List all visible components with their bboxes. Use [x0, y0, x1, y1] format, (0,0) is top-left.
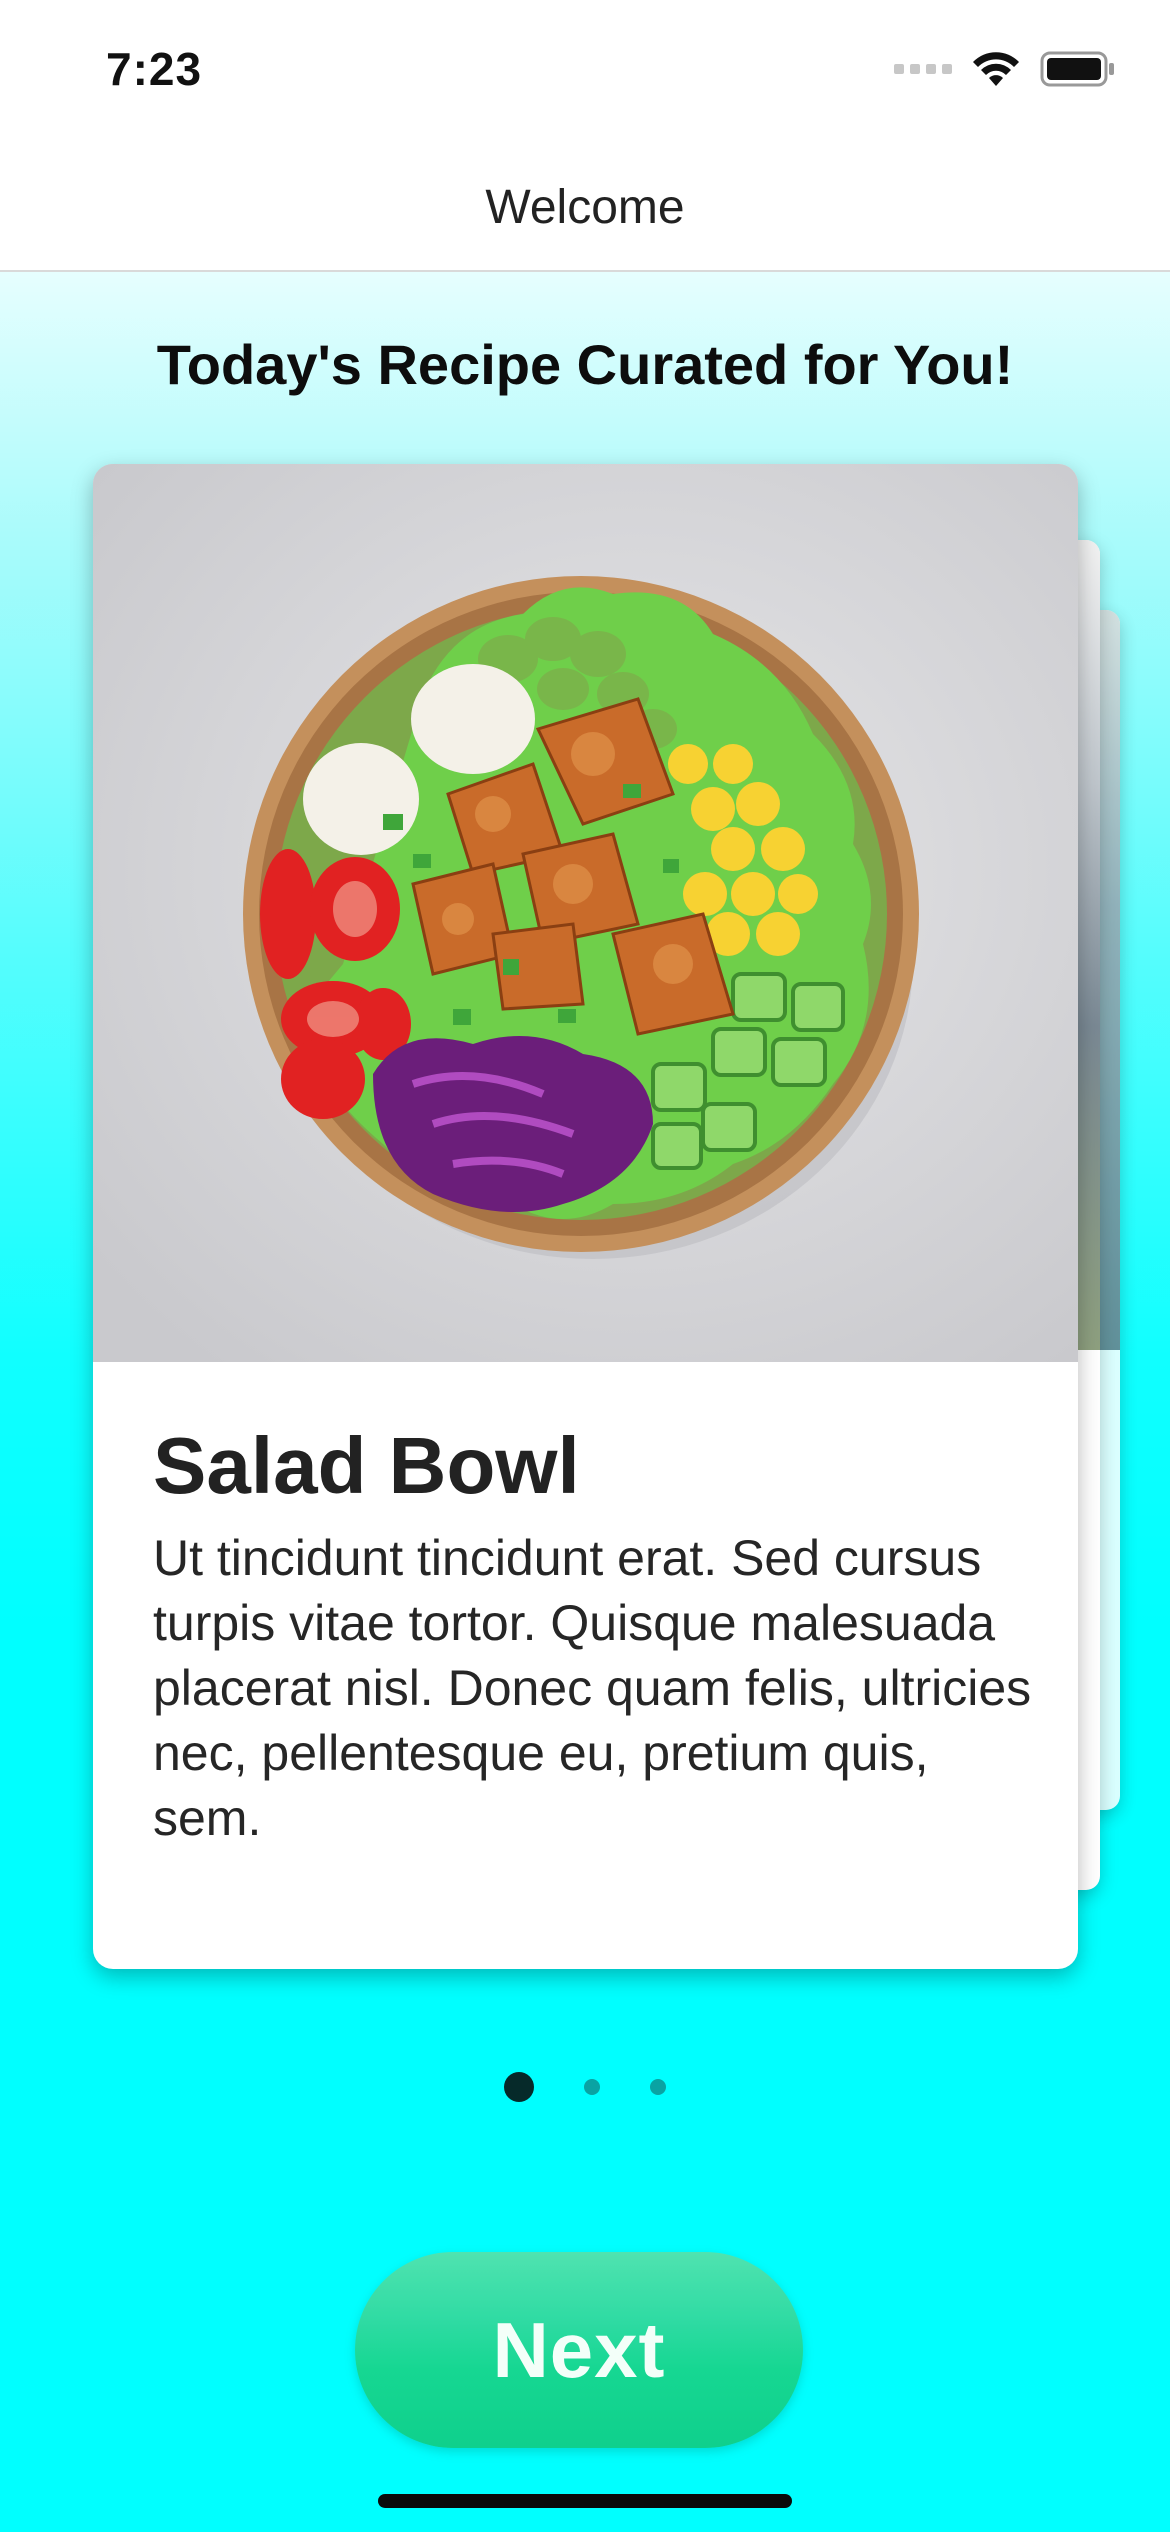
- battery-icon: [1040, 51, 1114, 87]
- status-icons: [894, 50, 1116, 88]
- status-bar: 7:23: [0, 0, 1170, 150]
- page-headline: Today's Recipe Curated for You!: [156, 333, 1014, 396]
- next-button-label: Next: [492, 2305, 666, 2394]
- home-indicator: [378, 2494, 792, 2508]
- recipe-card-body: Salad Bowl Ut tincidunt tincidunt erat. …: [153, 1424, 1033, 1851]
- recipe-title: Salad Bowl: [153, 1421, 580, 1510]
- onboarding-content: Today's Recipe Curated for You! Salad Bo…: [0, 272, 1170, 2532]
- wifi-icon: [973, 52, 1019, 86]
- next-button[interactable]: Next: [355, 2252, 803, 2448]
- recipe-card[interactable]: Salad Bowl Ut tincidunt tincidunt erat. …: [93, 464, 1078, 1969]
- recipe-description: Ut tincidunt tincidunt erat. Sed cursus …: [153, 1530, 1032, 1846]
- salad-bowl-photo: [93, 464, 1078, 1362]
- page-dot-1[interactable]: [504, 2072, 534, 2102]
- salad-bowl-image-icon: [93, 464, 1078, 1362]
- page-dot-3[interactable]: [650, 2079, 666, 2095]
- page-dot-2[interactable]: [584, 2079, 600, 2095]
- page-indicator: [0, 2072, 1170, 2102]
- nav-title: Welcome: [485, 181, 685, 234]
- navigation-bar: Welcome: [0, 150, 1170, 272]
- status-time: 7:23: [106, 43, 203, 95]
- cellular-signal-icon: [894, 64, 952, 74]
